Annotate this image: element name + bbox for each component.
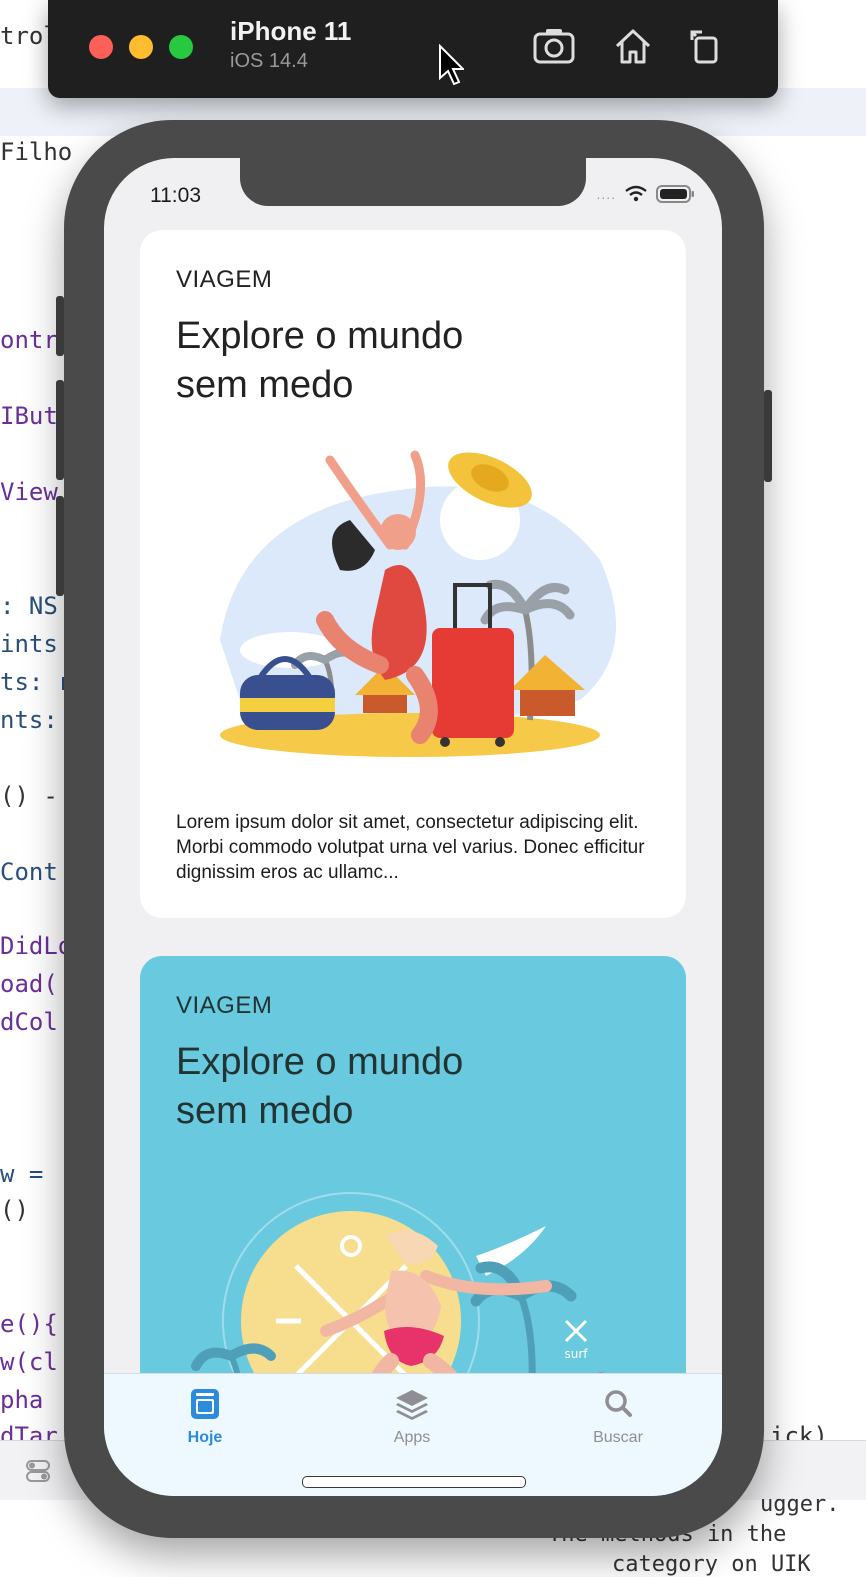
search-icon <box>605 1390 632 1417</box>
card-category: VIAGEM <box>176 992 273 1019</box>
close-window-button[interactable] <box>89 35 113 59</box>
screenshot-icon[interactable] <box>532 26 576 66</box>
tab-label: Apps <box>393 1429 431 1446</box>
battery-icon <box>656 185 694 203</box>
code-line: w = <box>0 1160 58 1188</box>
travel-woman-illustration <box>220 450 616 757</box>
card-title: Explore o mundo sem medo <box>176 315 464 406</box>
minimize-window-button[interactable] <box>129 35 153 59</box>
device-name: iPhone 11 <box>230 16 352 46</box>
code-line: IBut <box>0 402 58 430</box>
code-line: Filho <box>0 138 73 166</box>
card-title: Explore o mundo sem medo <box>176 1041 464 1132</box>
card-category: VIAGEM <box>176 266 273 293</box>
code-line: DidLo <box>0 932 73 960</box>
status-time: 11:03 <box>150 184 201 207</box>
code-line: oad( <box>0 970 58 998</box>
tab-today[interactable]: Hoje <box>145 1388 265 1447</box>
surf-logo-text: surf <box>564 1347 588 1361</box>
code-line: Cont <box>0 858 58 886</box>
code-line: dCol <box>0 1008 58 1036</box>
volume-up-button <box>56 380 64 480</box>
code-line: e(){ <box>0 1310 58 1338</box>
code-line: ts: r <box>0 668 73 696</box>
status-indicators: .... <box>596 184 696 204</box>
home-icon[interactable] <box>611 26 655 66</box>
volume-down-button <box>56 496 64 596</box>
today-icon <box>191 1389 219 1419</box>
apps-stack-icon <box>396 1390 428 1420</box>
code-line: ontr <box>0 326 58 354</box>
card-description: Lorem ipsum dolor sit amet, consectetur … <box>176 812 645 883</box>
home-indicator[interactable] <box>302 1476 526 1488</box>
code-line: : NS <box>0 592 58 620</box>
console-line: ugger. <box>760 1492 840 1517</box>
tab-label: Hoje <box>187 1429 223 1446</box>
code-line: () <box>0 1196 29 1224</box>
console-line: category on UIK <box>612 1552 811 1577</box>
code-line: ints <box>0 630 58 658</box>
story-card[interactable]: VIAGEM Explore o mundo sem medo Lorem ip… <box>140 230 686 918</box>
notch <box>240 158 586 206</box>
phone-screen: 11:03 .... VIAGEM Explore o mundo sem me… <box>104 158 722 1496</box>
code-line: () - <box>0 782 58 810</box>
tab-search[interactable]: Buscar <box>558 1388 678 1447</box>
mouse-cursor-icon <box>439 44 464 86</box>
mute-switch <box>56 296 64 356</box>
toggle-icon[interactable] <box>24 1457 52 1485</box>
tab-label: Buscar <box>593 1429 643 1446</box>
code-line: pha <box>0 1386 58 1414</box>
code-line: w(cl <box>0 1348 58 1376</box>
code-line: nts: <box>0 706 58 734</box>
signal-icon: .... <box>596 186 616 202</box>
wifi-icon <box>625 185 647 202</box>
rotate-icon[interactable] <box>684 26 728 66</box>
power-button <box>764 390 772 482</box>
simulator-titlebar: iPhone 11 iOS 14.4 <box>48 0 778 98</box>
code-line: View <box>0 478 58 506</box>
os-version: iOS 14.4 <box>230 50 308 72</box>
zoom-window-button[interactable] <box>169 35 193 59</box>
tab-apps[interactable]: Apps <box>352 1388 472 1447</box>
